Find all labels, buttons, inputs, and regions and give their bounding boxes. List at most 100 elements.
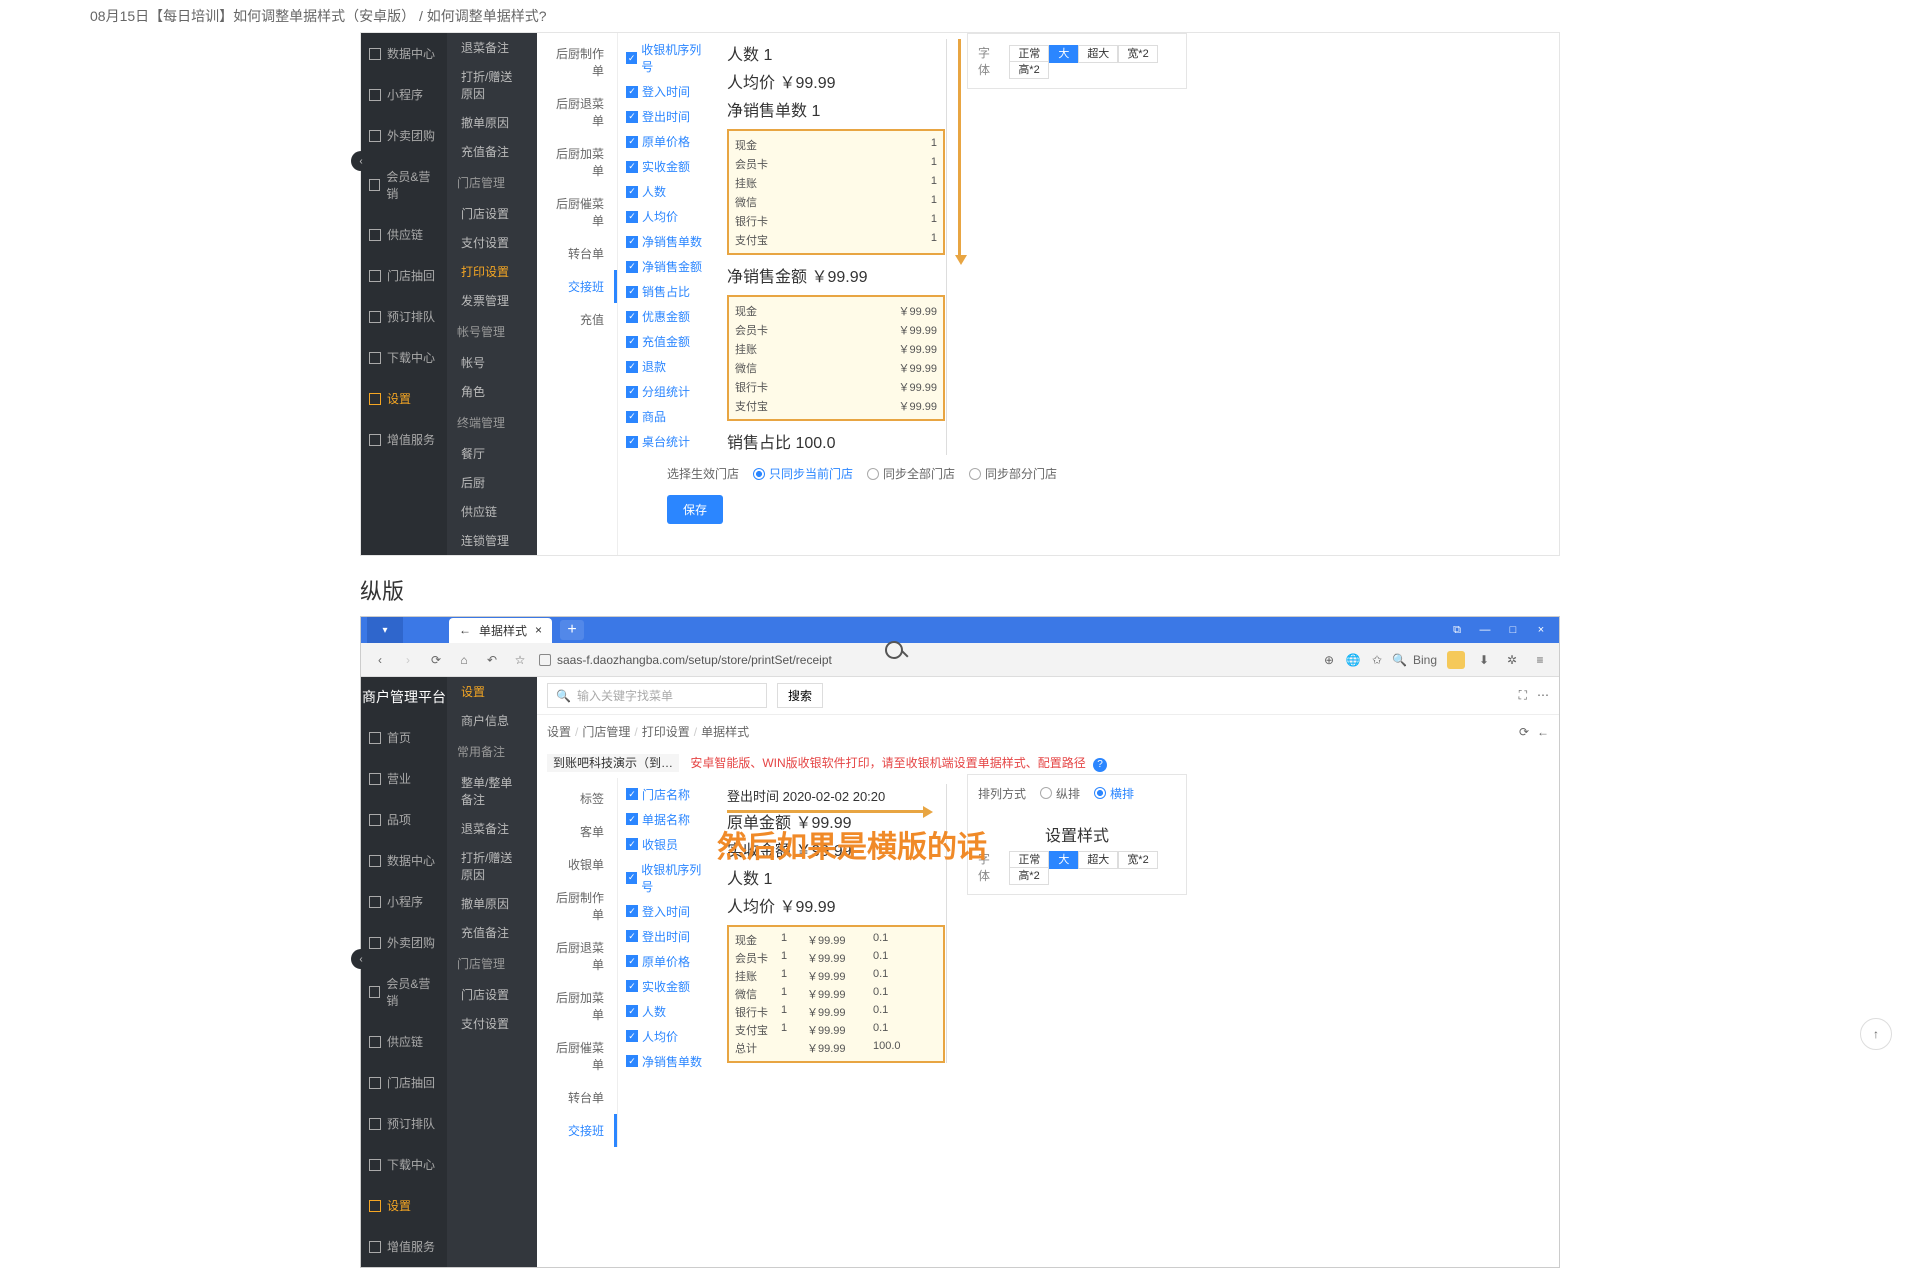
- font-option[interactable]: 宽*2: [1118, 851, 1157, 869]
- field-checkbox-item[interactable]: ✓原单价格: [618, 129, 717, 154]
- category-tab[interactable]: 后厨制作单: [537, 881, 617, 931]
- search-button[interactable]: 搜索: [777, 683, 823, 708]
- sidebar-item-download[interactable]: 下载中心: [361, 337, 447, 378]
- sidebar-item-home[interactable]: 首页: [361, 717, 447, 758]
- window-restore-icon[interactable]: ⧉: [1445, 620, 1469, 640]
- sidebar-item-delivery[interactable]: 外卖团购: [361, 922, 447, 963]
- category-tab[interactable]: 标签: [537, 782, 617, 815]
- field-checkbox-item[interactable]: ✓门店名称: [618, 782, 717, 807]
- sidebar-item-data-center[interactable]: 数据中心: [361, 840, 447, 881]
- help-icon[interactable]: ?: [1093, 758, 1107, 772]
- field-checkbox-item[interactable]: ✓实收金额: [618, 974, 717, 999]
- sidebar-subitem[interactable]: 支付设置: [447, 228, 537, 257]
- sidebar-subitem[interactable]: 设置: [447, 677, 537, 706]
- field-checkbox-item[interactable]: ✓登入时间: [618, 79, 717, 104]
- field-checkbox-item[interactable]: ✓登入时间: [618, 899, 717, 924]
- category-tab[interactable]: 交接班: [537, 1114, 617, 1147]
- favorite-icon[interactable]: ☆: [511, 653, 529, 667]
- sidebar-subitem[interactable]: 退菜备注: [447, 33, 537, 62]
- category-tab[interactable]: 后厨催菜单: [537, 187, 617, 237]
- sidebar-subitem[interactable]: 撤单原因: [447, 889, 537, 918]
- breadcrumb-item[interactable]: 单据样式: [701, 725, 749, 739]
- field-checkbox-item[interactable]: ✓净销售金额: [618, 254, 717, 279]
- sidebar-item-store-recall[interactable]: 门店抽回: [361, 1062, 447, 1103]
- sidebar-item-operate[interactable]: 营业: [361, 758, 447, 799]
- sidebar-item-reserve[interactable]: 预订排队: [361, 1103, 447, 1144]
- sidebar-subitem[interactable]: 后厨: [447, 468, 537, 497]
- font-option[interactable]: 大: [1049, 851, 1078, 869]
- puzzle-icon[interactable]: ✲: [1503, 653, 1521, 667]
- field-checkbox-item[interactable]: ✓桌台统计: [618, 429, 717, 454]
- window-close-icon[interactable]: ×: [1529, 620, 1553, 640]
- sidebar-subitem[interactable]: 角色: [447, 377, 537, 406]
- category-tab[interactable]: 充值: [537, 303, 617, 336]
- more-icon[interactable]: ⋯: [1537, 688, 1549, 703]
- field-checkbox-item[interactable]: ✓充值金额: [618, 329, 717, 354]
- sidebar-subitem[interactable]: 门店设置: [447, 199, 537, 228]
- save-button[interactable]: 保存: [667, 495, 723, 524]
- category-tab[interactable]: 后厨催菜单: [537, 1031, 617, 1081]
- breadcrumb-item[interactable]: 设置: [547, 725, 571, 739]
- sidebar-subitem[interactable]: 打印设置: [447, 257, 537, 286]
- window-maximize-icon[interactable]: □: [1501, 620, 1525, 640]
- font-option[interactable]: 宽*2: [1118, 45, 1157, 63]
- sidebar-subitem[interactable]: 充值备注: [447, 918, 537, 947]
- translate-icon[interactable]: 🌐: [1344, 653, 1362, 667]
- field-checkbox-item[interactable]: ✓收银员: [618, 832, 717, 857]
- sidebar-item-data-center[interactable]: 数据中心: [361, 33, 447, 74]
- url-field[interactable]: saas-f.daozhangba.com/setup/store/printS…: [539, 653, 1079, 667]
- sidebar-subitem[interactable]: 供应链: [447, 497, 537, 526]
- sidebar-subitem[interactable]: 商户信息: [447, 706, 537, 735]
- layout-option[interactable]: 纵排: [1040, 785, 1080, 802]
- download-icon[interactable]: ⬇: [1475, 653, 1493, 667]
- field-checkbox-item[interactable]: ✓商品: [618, 404, 717, 429]
- field-checkbox-item[interactable]: ✓净销售单数: [618, 1049, 717, 1074]
- nav-back-icon[interactable]: ‹: [371, 653, 389, 667]
- refresh-icon[interactable]: ⟳: [1519, 725, 1529, 739]
- font-option[interactable]: 高*2: [1009, 867, 1048, 885]
- font-option[interactable]: 超大: [1078, 45, 1118, 63]
- sidebar-item-member[interactable]: 会员&营销: [361, 156, 447, 214]
- field-checkbox-item[interactable]: ✓实收金额: [618, 154, 717, 179]
- sidebar-subitem[interactable]: 门店设置: [447, 980, 537, 1009]
- scope-option[interactable]: 只同步当前门店: [753, 465, 853, 482]
- font-option[interactable]: 超大: [1078, 851, 1118, 869]
- sidebar-subitem[interactable]: 连锁管理: [447, 526, 537, 555]
- sidebar-item-settings[interactable]: 设置: [361, 1185, 447, 1226]
- bookmark-icon[interactable]: ✩: [1368, 653, 1386, 667]
- layout-option[interactable]: 横排: [1094, 785, 1134, 802]
- field-checkbox-item[interactable]: ✓单据名称: [618, 807, 717, 832]
- category-tab[interactable]: 后厨加菜单: [537, 981, 617, 1031]
- scope-option[interactable]: 同步部分门店: [969, 465, 1057, 482]
- store-tag[interactable]: 到账吧科技演示（到…: [547, 754, 679, 772]
- breadcrumb-item[interactable]: 打印设置: [642, 725, 690, 739]
- window-minimize-icon[interactable]: —: [1473, 620, 1497, 640]
- sidebar-item-store-recall[interactable]: 门店抽回: [361, 255, 447, 296]
- field-checkbox-item[interactable]: ✓优惠金额: [618, 304, 717, 329]
- sidebar-subitem[interactable]: 打折/赠送原因: [447, 843, 537, 889]
- fullscreen-icon[interactable]: ⛶: [1519, 688, 1527, 703]
- field-checkbox-item[interactable]: ✓人数: [618, 999, 717, 1024]
- search-engine-name[interactable]: Bing: [1413, 653, 1437, 667]
- sidebar-item-valueadd[interactable]: 增值服务: [361, 419, 447, 460]
- sidebar-item-miniapp[interactable]: 小程序: [361, 74, 447, 115]
- close-tab-icon[interactable]: ×: [535, 623, 542, 637]
- sidebar-item-reserve[interactable]: 预订排队: [361, 296, 447, 337]
- back-to-top-button[interactable]: ↑: [1860, 1018, 1892, 1050]
- sidebar-subitem[interactable]: 退菜备注: [447, 814, 537, 843]
- field-checkbox-item[interactable]: ✓退款: [618, 354, 717, 379]
- collapse-sidebar-button[interactable]: ‹: [351, 949, 371, 969]
- sidebar-subitem[interactable]: 帐号: [447, 348, 537, 377]
- breadcrumb-item[interactable]: 门店管理: [582, 725, 630, 739]
- sidebar-item-items[interactable]: 品项: [361, 799, 447, 840]
- scope-option[interactable]: 同步全部门店: [867, 465, 955, 482]
- field-checkbox-item[interactable]: ✓净销售单数: [618, 229, 717, 254]
- field-checkbox-item[interactable]: ✓人数: [618, 179, 717, 204]
- sidebar-item-delivery[interactable]: 外卖团购: [361, 115, 447, 156]
- category-tab[interactable]: 转台单: [537, 1081, 617, 1114]
- category-tab[interactable]: 收银单: [537, 848, 617, 881]
- sidebar-subitem[interactable]: 充值备注: [447, 137, 537, 166]
- browser-tab[interactable]: ← 单据样式 ×: [449, 618, 552, 643]
- field-checkbox-item[interactable]: ✓收银机序列号: [618, 857, 717, 899]
- tab-dropdown[interactable]: ▾: [367, 617, 403, 643]
